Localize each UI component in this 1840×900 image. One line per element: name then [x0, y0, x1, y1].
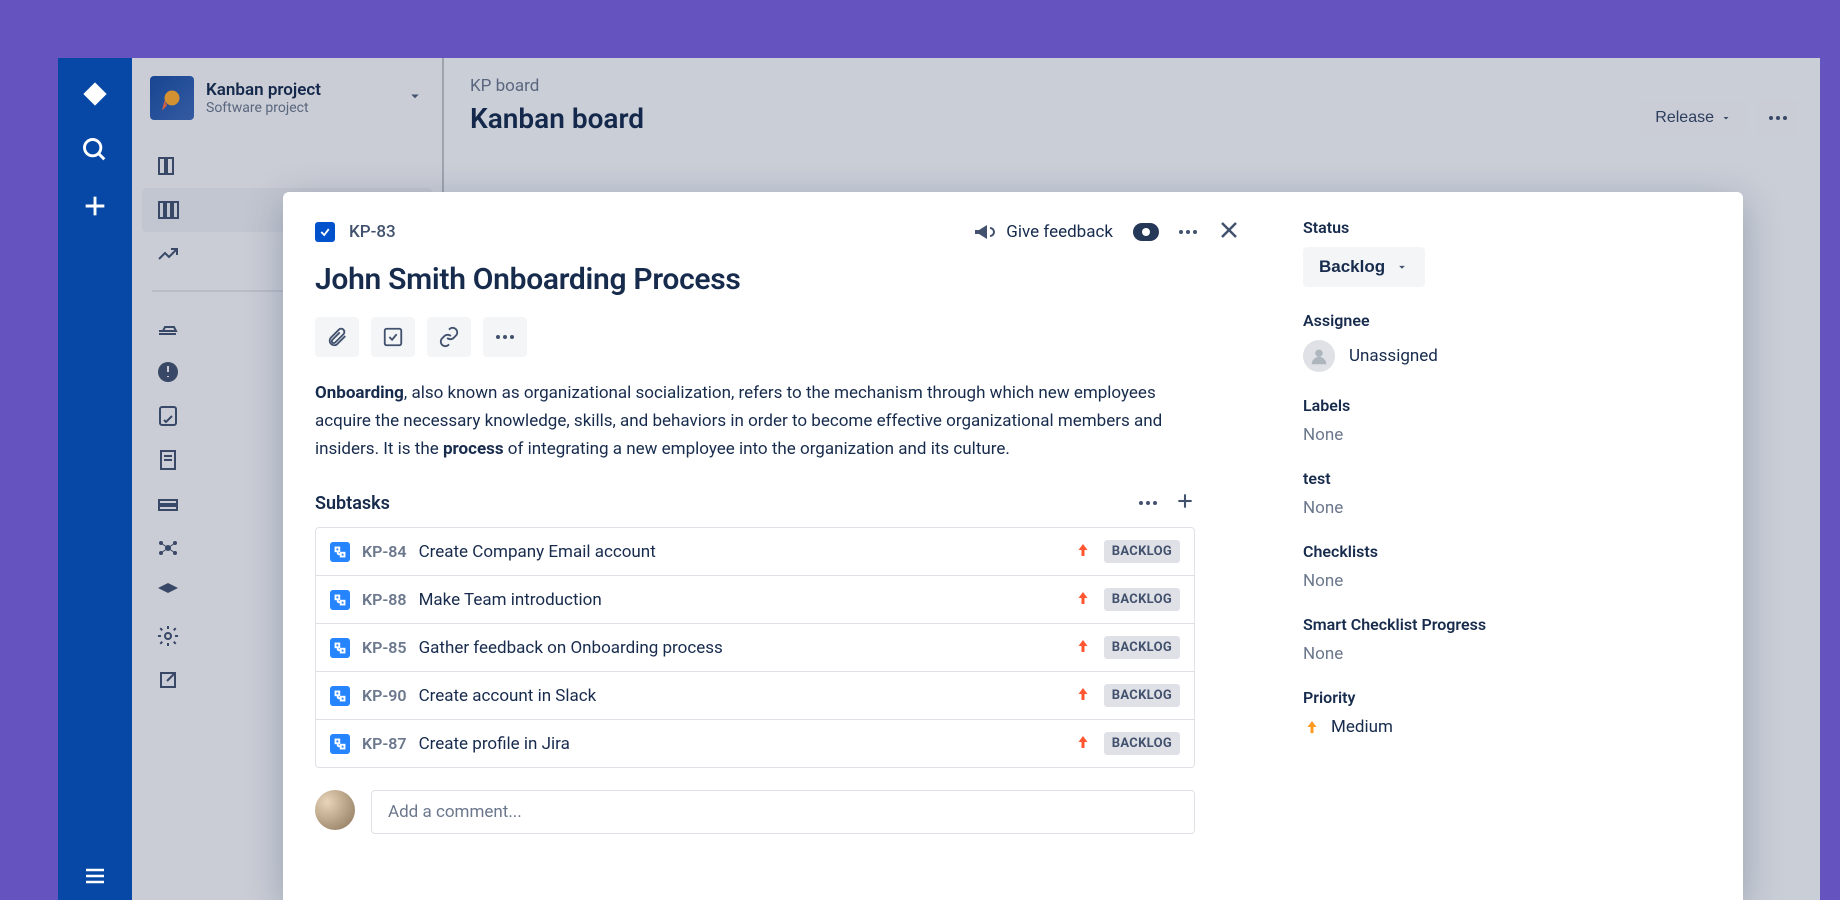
- priority-high-icon: [1074, 637, 1092, 659]
- dots-icon: [496, 335, 514, 339]
- desc-bold-lead: Onboarding: [315, 383, 404, 403]
- unassigned-avatar-icon: [1303, 340, 1335, 372]
- watch-icon[interactable]: [1133, 223, 1159, 241]
- checkbox-icon: [382, 326, 404, 348]
- priority-high-icon: [1074, 589, 1092, 611]
- priority-medium-icon: [1303, 718, 1321, 736]
- test-label: test: [1303, 469, 1713, 488]
- priority-field[interactable]: Medium: [1303, 717, 1713, 737]
- chevron-down-icon: [1395, 260, 1409, 274]
- status-label: Status: [1303, 218, 1713, 237]
- subtask-status-badge[interactable]: BACKLOG: [1104, 684, 1180, 707]
- desc-part2: of integrating a new employee into the o…: [504, 439, 1010, 459]
- comment-input[interactable]: Add a comment...: [371, 790, 1195, 834]
- subtask-summary: Gather feedback on Onboarding process: [419, 638, 1062, 658]
- assignee-field[interactable]: Unassigned: [1303, 340, 1713, 372]
- search-icon[interactable]: [81, 136, 109, 164]
- issue-title[interactable]: John Smith Onboarding Process: [315, 262, 1241, 297]
- issue-details-panel: Status Backlog Assignee Unassigned Label…: [1273, 192, 1743, 900]
- link-button[interactable]: [427, 317, 471, 357]
- paperclip-icon: [326, 326, 348, 348]
- subtask-row[interactable]: KP-84 Create Company Email account BACKLOG: [316, 528, 1194, 576]
- global-nav-sidebar: [58, 58, 132, 900]
- plus-icon: [1175, 491, 1195, 511]
- labels-label: Labels: [1303, 396, 1713, 415]
- subtask-type-icon: [330, 590, 350, 610]
- modal-more-button[interactable]: [1179, 230, 1197, 234]
- subtask-type-icon: [330, 542, 350, 562]
- assignee-value: Unassigned: [1349, 346, 1438, 366]
- subtask-status-badge[interactable]: BACKLOG: [1104, 588, 1180, 611]
- subtask-summary: Create Company Email account: [419, 542, 1062, 562]
- add-subtask-plus-button[interactable]: [1175, 491, 1195, 515]
- attach-button[interactable]: [315, 317, 359, 357]
- subtask-status-badge[interactable]: BACKLOG: [1104, 636, 1180, 659]
- subtask-key: KP-88: [362, 590, 407, 609]
- close-icon[interactable]: [1217, 218, 1241, 246]
- subtask-status-badge[interactable]: BACKLOG: [1104, 732, 1180, 755]
- subtask-row[interactable]: KP-90 Create account in Slack BACKLOG: [316, 672, 1194, 720]
- give-feedback-label: Give feedback: [1006, 222, 1113, 242]
- issue-modal: KP-83 Give feedback John Smith Onboardin: [283, 192, 1743, 900]
- subtask-summary: Create profile in Jira: [419, 734, 1062, 754]
- subtask-key: KP-90: [362, 686, 407, 705]
- checklists-label: Checklists: [1303, 542, 1713, 561]
- smart-progress-value[interactable]: None: [1303, 644, 1713, 664]
- more-actions-button[interactable]: [483, 317, 527, 357]
- subtasks-heading: Subtasks: [315, 493, 390, 514]
- priority-label: Priority: [1303, 688, 1713, 707]
- priority-high-icon: [1074, 541, 1092, 563]
- dots-icon: [1179, 230, 1197, 234]
- subtask-key: KP-87: [362, 734, 407, 753]
- issue-type-task-icon[interactable]: [315, 222, 335, 242]
- megaphone-icon: [972, 220, 996, 244]
- subtask-type-icon: [330, 734, 350, 754]
- subtask-list: KP-84 Create Company Email account BACKLOG…: [315, 527, 1195, 768]
- priority-high-icon: [1074, 733, 1092, 755]
- give-feedback-button[interactable]: Give feedback: [972, 220, 1113, 244]
- link-icon: [438, 326, 460, 348]
- subtask-type-icon: [330, 686, 350, 706]
- subtask-type-icon: [330, 638, 350, 658]
- dots-icon: [1139, 501, 1157, 505]
- priority-value: Medium: [1331, 717, 1393, 737]
- menu-collapse-icon[interactable]: [83, 864, 107, 888]
- checklists-value[interactable]: None: [1303, 571, 1713, 591]
- test-value[interactable]: None: [1303, 498, 1713, 518]
- subtask-row[interactable]: KP-87 Create profile in Jira BACKLOG: [316, 720, 1194, 767]
- add-subtask-button[interactable]: [371, 317, 415, 357]
- subtask-row[interactable]: KP-88 Make Team introduction BACKLOG: [316, 576, 1194, 624]
- user-avatar[interactable]: [315, 790, 355, 830]
- priority-high-icon: [1074, 685, 1092, 707]
- subtask-row[interactable]: KP-85 Gather feedback on Onboarding proce…: [316, 624, 1194, 672]
- assignee-label: Assignee: [1303, 311, 1713, 330]
- desc-bold-mid: process: [443, 439, 504, 459]
- status-dropdown[interactable]: Backlog: [1303, 247, 1425, 287]
- subtask-summary: Create account in Slack: [419, 686, 1062, 706]
- subtask-summary: Make Team introduction: [419, 590, 1062, 610]
- status-value: Backlog: [1319, 257, 1385, 277]
- subtasks-more-button[interactable]: [1139, 501, 1157, 505]
- plus-icon[interactable]: [81, 192, 109, 220]
- subtask-key: KP-84: [362, 542, 407, 561]
- subtask-key: KP-85: [362, 638, 407, 657]
- issue-key[interactable]: KP-83: [349, 222, 396, 242]
- smart-progress-label: Smart Checklist Progress: [1303, 615, 1713, 634]
- issue-description[interactable]: Onboarding, also known as organizational…: [315, 379, 1195, 463]
- subtask-status-badge[interactable]: BACKLOG: [1104, 540, 1180, 563]
- jira-logo-icon[interactable]: [81, 80, 109, 108]
- labels-value[interactable]: None: [1303, 425, 1713, 445]
